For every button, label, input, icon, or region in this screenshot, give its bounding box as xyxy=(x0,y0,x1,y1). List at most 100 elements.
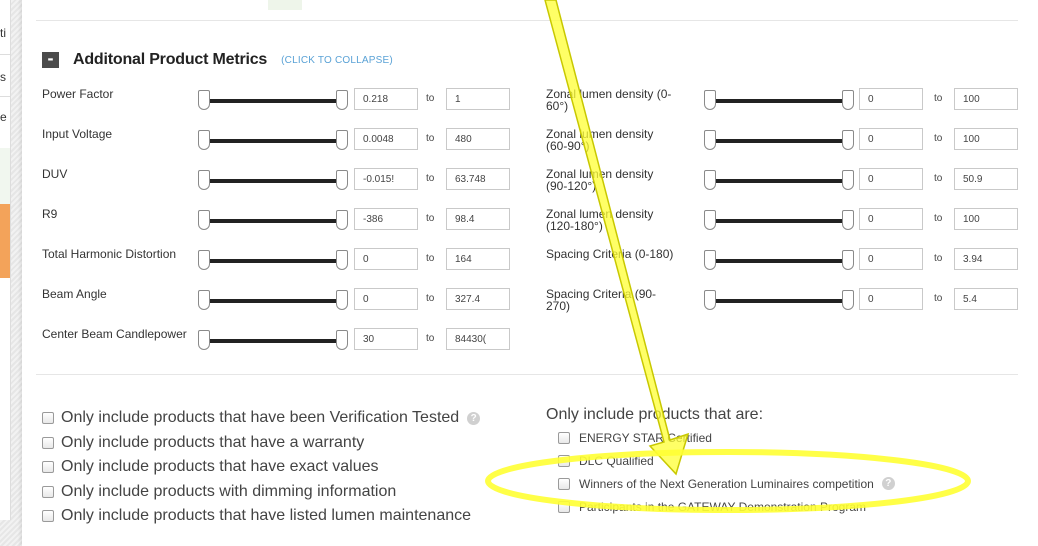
range-min-input[interactable]: 0 xyxy=(859,248,923,270)
help-icon[interactable]: ? xyxy=(881,477,895,490)
range-max-input[interactable]: 63.748 xyxy=(446,168,510,190)
checkbox[interactable] xyxy=(558,477,570,490)
slider-track[interactable] xyxy=(204,99,342,103)
range-max-input[interactable]: 100 xyxy=(954,88,1018,110)
range-min-input[interactable]: -386 xyxy=(354,208,418,230)
range-min-input[interactable]: 0.0048 xyxy=(354,128,418,150)
collapse-hint-link[interactable]: (CLICK TO COLLAPSE) xyxy=(281,55,393,66)
filter-checkbox-row[interactable]: DLC Qualified xyxy=(546,449,895,472)
range-min-input[interactable]: 0.218 xyxy=(354,88,418,110)
range-min-input[interactable]: 0 xyxy=(859,168,923,190)
slider-min-handle[interactable] xyxy=(198,130,210,150)
slider-max-handle[interactable] xyxy=(842,90,854,110)
filter-label[interactable]: Only include products that have exact va… xyxy=(61,458,379,476)
slider-min-handle[interactable] xyxy=(198,330,210,350)
range-max-input[interactable]: 3.94 xyxy=(954,248,1018,270)
checkbox[interactable] xyxy=(558,500,570,513)
slider-max-handle[interactable] xyxy=(336,290,348,310)
filter-checkbox-row[interactable]: Only include products with dimming infor… xyxy=(42,480,480,505)
slider-max-handle[interactable] xyxy=(336,210,348,230)
checkbox[interactable] xyxy=(42,510,54,523)
range-max-input[interactable]: 327.4 xyxy=(446,288,510,310)
filter-checkbox-row[interactable]: Only include products that have been Ver… xyxy=(42,406,481,431)
checkbox[interactable] xyxy=(558,431,570,444)
slider-track[interactable] xyxy=(710,259,848,263)
slider-min-handle[interactable] xyxy=(704,90,716,110)
range-max-input[interactable]: 480 xyxy=(446,128,510,150)
slider-track[interactable] xyxy=(204,299,342,303)
slider-min-handle[interactable] xyxy=(704,130,716,150)
range-min-input[interactable]: 0 xyxy=(354,248,418,270)
range-slider[interactable] xyxy=(704,250,854,274)
help-icon[interactable]: ? xyxy=(467,411,481,425)
checkbox[interactable] xyxy=(42,412,54,425)
range-max-input[interactable]: 164 xyxy=(446,248,510,270)
slider-track[interactable] xyxy=(204,259,342,263)
checkbox[interactable] xyxy=(558,454,570,467)
slider-min-handle[interactable] xyxy=(198,290,210,310)
filter-label[interactable]: Winners of the Next Generation Luminaire… xyxy=(579,477,874,491)
filter-checkbox-row[interactable]: ENERGY STAR Certified xyxy=(546,426,895,449)
range-min-input[interactable]: 30 xyxy=(354,328,418,350)
range-slider[interactable] xyxy=(704,210,854,234)
slider-max-handle[interactable] xyxy=(336,170,348,190)
filter-label[interactable]: ENERGY STAR Certified xyxy=(579,431,712,445)
slider-track[interactable] xyxy=(204,139,342,143)
range-slider[interactable] xyxy=(198,130,348,154)
slider-track[interactable] xyxy=(710,219,848,223)
filter-checkbox-row[interactable]: Only include products that have listed l… xyxy=(42,504,480,529)
range-min-input[interactable]: -0.015! xyxy=(354,168,418,190)
range-min-input[interactable]: 0 xyxy=(354,288,418,310)
filter-checkbox-row[interactable]: Only include products that have exact va… xyxy=(42,455,480,480)
filter-checkbox-row[interactable]: Participants in the GATEWAY Demonstratio… xyxy=(546,495,895,518)
slider-track[interactable] xyxy=(710,99,848,103)
slider-min-handle[interactable] xyxy=(704,290,716,310)
range-max-input[interactable]: 1 xyxy=(446,88,510,110)
collapse-button[interactable]: - xyxy=(42,52,59,68)
filter-label[interactable]: DLC Qualified xyxy=(579,454,654,468)
range-slider[interactable] xyxy=(198,90,348,114)
slider-min-handle[interactable] xyxy=(198,170,210,190)
checkbox[interactable] xyxy=(42,461,54,474)
slider-min-handle[interactable] xyxy=(704,250,716,270)
range-slider[interactable] xyxy=(198,330,348,354)
filter-checkbox-row[interactable]: Only include products that have a warran… xyxy=(42,431,480,456)
slider-track[interactable] xyxy=(204,339,342,343)
range-slider[interactable] xyxy=(704,290,854,314)
range-slider[interactable] xyxy=(704,130,854,154)
range-max-input[interactable]: 98.4 xyxy=(446,208,510,230)
slider-min-handle[interactable] xyxy=(198,90,210,110)
slider-max-handle[interactable] xyxy=(336,250,348,270)
filter-label[interactable]: Only include products that have listed l… xyxy=(61,507,471,525)
slider-track[interactable] xyxy=(710,139,848,143)
slider-max-handle[interactable] xyxy=(842,290,854,310)
slider-max-handle[interactable] xyxy=(336,330,348,350)
range-slider[interactable] xyxy=(198,250,348,274)
range-max-input[interactable]: 84430( xyxy=(446,328,510,350)
slider-min-handle[interactable] xyxy=(704,170,716,190)
filter-checkbox-row[interactable]: Winners of the Next Generation Luminaire… xyxy=(546,472,895,495)
range-min-input[interactable]: 0 xyxy=(859,288,923,310)
slider-min-handle[interactable] xyxy=(198,210,210,230)
filter-label[interactable]: Only include products that have been Ver… xyxy=(61,409,459,427)
slider-max-handle[interactable] xyxy=(842,170,854,190)
slider-max-handle[interactable] xyxy=(336,130,348,150)
filter-label[interactable]: Participants in the GATEWAY Demonstratio… xyxy=(579,500,866,514)
filter-label[interactable]: Only include products that have a warran… xyxy=(61,434,364,452)
range-min-input[interactable]: 0 xyxy=(859,208,923,230)
range-max-input[interactable]: 50.9 xyxy=(954,168,1018,190)
range-max-input[interactable]: 5.4 xyxy=(954,288,1018,310)
slider-track[interactable] xyxy=(204,179,342,183)
range-slider[interactable] xyxy=(198,290,348,314)
slider-max-handle[interactable] xyxy=(842,130,854,150)
slider-min-handle[interactable] xyxy=(704,210,716,230)
range-max-input[interactable]: 100 xyxy=(954,208,1018,230)
range-slider[interactable] xyxy=(704,170,854,194)
checkbox[interactable] xyxy=(42,485,54,498)
filter-label[interactable]: Only include products with dimming infor… xyxy=(61,483,396,501)
slider-max-handle[interactable] xyxy=(336,90,348,110)
range-max-input[interactable]: 100 xyxy=(954,128,1018,150)
range-min-input[interactable]: 0 xyxy=(859,88,923,110)
section-title[interactable]: Additonal Product Metrics xyxy=(73,51,267,69)
section-header[interactable]: - Additonal Product Metrics (CLICK TO CO… xyxy=(42,50,393,70)
